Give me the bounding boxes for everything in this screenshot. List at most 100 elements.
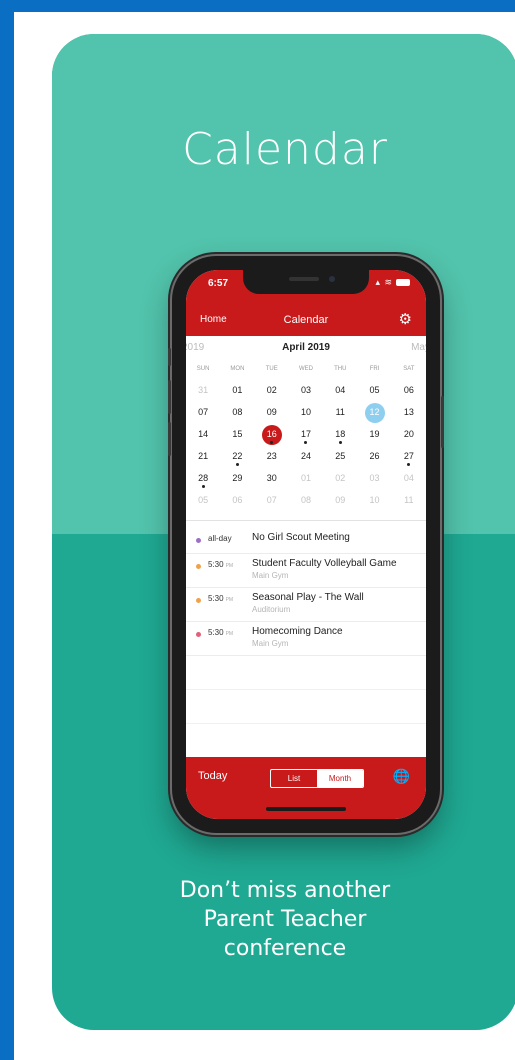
day-cell[interactable]: 06 — [392, 380, 426, 402]
globe-icon[interactable]: 🌐 — [393, 768, 410, 785]
divider — [186, 520, 426, 521]
day-cell[interactable]: 11 — [323, 402, 357, 424]
calendar-week: 31 01 02 03 04 05 06 — [186, 380, 426, 402]
day-cell[interactable]: 26 — [357, 446, 391, 468]
day-cell[interactable]: 05 — [186, 490, 220, 512]
empty-list-row — [186, 690, 426, 724]
day-cell[interactable]: 28 — [186, 468, 220, 490]
home-indicator — [266, 807, 346, 811]
day-cell[interactable]: 24 — [289, 446, 323, 468]
day-number: 04 — [335, 385, 346, 395]
day-cell[interactable]: 31 — [186, 380, 220, 402]
month-view-tab[interactable]: Month — [317, 770, 363, 787]
bottom-toolbar: Today List Month 🌐 — [186, 757, 426, 819]
page: Calendar 6:57 ▴ ≋ Home Calendar ⚙ April … — [14, 12, 515, 1060]
day-number: 19 — [369, 429, 380, 439]
day-cell[interactable]: 14 — [186, 424, 220, 446]
day-number: 30 — [266, 473, 277, 483]
day-number: 10 — [369, 495, 380, 505]
day-cell[interactable]: 20 — [392, 424, 426, 446]
day-number: 27 — [403, 451, 414, 461]
day-number: 31 — [198, 385, 209, 395]
day-cell[interactable]: 01 — [289, 468, 323, 490]
day-number: 13 — [403, 407, 414, 417]
event-row[interactable]: 5:30 PM Homecoming Dance Main Gym — [186, 622, 426, 656]
month-navigator: April 2019 2019 May — [186, 342, 426, 358]
event-ampm: PM — [225, 597, 234, 603]
day-cell[interactable]: 08 — [220, 402, 254, 424]
day-cell[interactable]: 30 — [255, 468, 289, 490]
day-cell[interactable]: 10 — [289, 402, 323, 424]
gear-icon[interactable]: ⚙ — [399, 310, 412, 328]
day-number: 25 — [335, 451, 346, 461]
day-number: 01 — [232, 385, 243, 395]
day-cell[interactable]: 08 — [289, 490, 323, 512]
next-month-button[interactable]: May — [411, 342, 426, 353]
day-cell[interactable]: 17 — [289, 424, 323, 446]
event-row[interactable]: 5:30 PM Seasonal Play - The Wall Auditorium — [186, 588, 426, 622]
day-cell[interactable]: 15 — [220, 424, 254, 446]
day-cell[interactable]: 01 — [220, 380, 254, 402]
day-cell[interactable]: 09 — [255, 402, 289, 424]
volume-up-button — [168, 380, 171, 414]
event-row[interactable]: all-day No Girl Scout Meeting — [186, 528, 426, 554]
weekday-label: MON — [230, 366, 245, 372]
day-cell[interactable]: 10 — [357, 490, 391, 512]
tagline-line-2: Parent Teacher — [203, 907, 367, 932]
day-cell[interactable]: 27 — [392, 446, 426, 468]
day-cell[interactable]: 21 — [186, 446, 220, 468]
today-day-cell[interactable]: 12 — [357, 402, 391, 424]
day-cell[interactable]: 19 — [357, 424, 391, 446]
day-cell[interactable]: 18 — [323, 424, 357, 446]
day-cell[interactable]: 02 — [255, 380, 289, 402]
tagline: Don’t miss another Parent Teacher confer… — [52, 876, 515, 963]
day-number: 14 — [198, 429, 209, 439]
day-cell[interactable]: 03 — [289, 380, 323, 402]
event-indicator-dot — [407, 463, 411, 466]
prev-period-button[interactable]: 2019 — [186, 342, 204, 353]
day-number: 21 — [198, 451, 209, 461]
event-time: 5:30 PM — [208, 560, 233, 569]
headline: Calendar — [182, 124, 388, 175]
day-number: 18 — [335, 429, 346, 439]
event-indicator-dot — [338, 441, 342, 444]
day-cell[interactable]: 04 — [392, 468, 426, 490]
weekday-header: SUN MON TUE WED THU FRI SAT — [186, 366, 426, 372]
day-cell[interactable]: 06 — [220, 490, 254, 512]
event-color-dot — [196, 598, 201, 603]
signal-wifi-icon: ▴ ≋ — [375, 277, 393, 287]
day-cell[interactable]: 04 — [323, 380, 357, 402]
day-number: 05 — [198, 495, 209, 505]
day-cell[interactable]: 07 — [255, 490, 289, 512]
day-cell[interactable]: 11 — [392, 490, 426, 512]
today-button[interactable]: Today — [198, 770, 227, 782]
day-cell[interactable]: 05 — [357, 380, 391, 402]
front-camera — [329, 276, 335, 282]
day-number: 15 — [232, 429, 243, 439]
day-cell[interactable]: 23 — [255, 446, 289, 468]
selected-day-cell[interactable]: 16 — [255, 424, 289, 446]
day-cell[interactable]: 13 — [392, 402, 426, 424]
day-cell[interactable]: 09 — [323, 490, 357, 512]
day-number: 03 — [369, 473, 380, 483]
day-number: 07 — [266, 495, 277, 505]
day-number: 11 — [404, 495, 414, 505]
event-location: Main Gym — [252, 571, 289, 580]
day-cell[interactable]: 22 — [220, 446, 254, 468]
event-time-value: 5:30 — [208, 628, 224, 637]
weekday-label: SAT — [403, 366, 415, 372]
day-cell[interactable]: 02 — [323, 468, 357, 490]
day-cell[interactable]: 29 — [220, 468, 254, 490]
day-cell[interactable]: 07 — [186, 402, 220, 424]
weekday-label: WED — [298, 366, 313, 372]
event-ampm: PM — [225, 563, 234, 569]
day-number: 11 — [335, 407, 345, 417]
calendar-grid: 31 01 02 03 04 05 06 07 08 09 10 11 12 13 14 15 16 17 18 19… — [186, 380, 426, 512]
day-cell[interactable]: 03 — [357, 468, 391, 490]
list-view-tab[interactable]: List — [271, 770, 317, 787]
day-number: 17 — [300, 429, 311, 439]
event-row[interactable]: 5:30 PM Student Faculty Volleyball Game Mai… — [186, 554, 426, 588]
day-number: 03 — [300, 385, 311, 395]
day-number: 12 — [369, 407, 380, 417]
day-cell[interactable]: 25 — [323, 446, 357, 468]
